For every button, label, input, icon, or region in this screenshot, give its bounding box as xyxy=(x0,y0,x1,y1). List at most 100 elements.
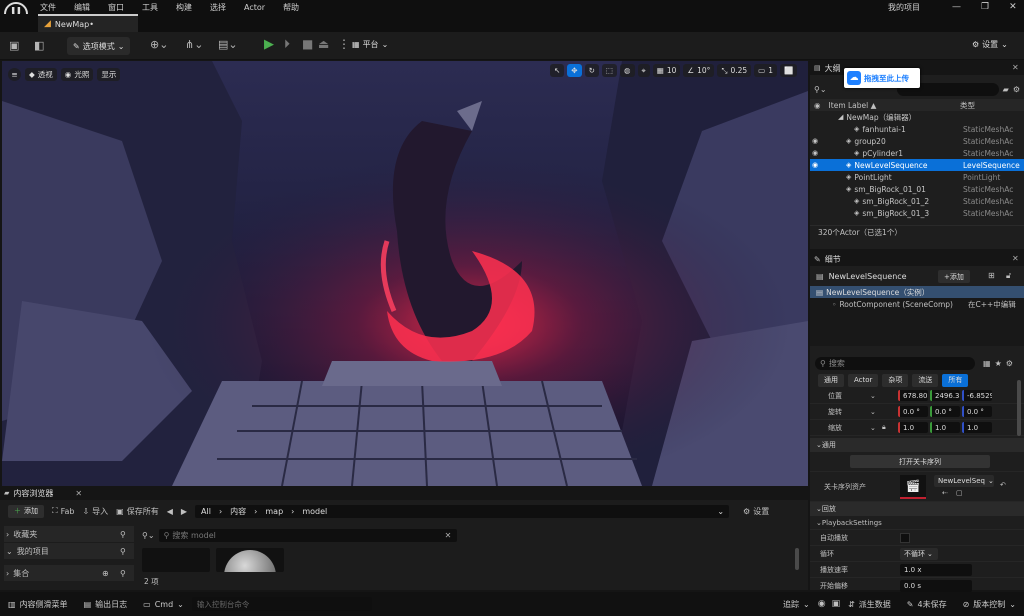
scale-y-field[interactable]: 1.0 xyxy=(930,422,960,433)
grid-snap-button[interactable]: ▦ 10 xyxy=(652,64,681,77)
cmd-dropdown[interactable]: ▭ Cmd ⌄ xyxy=(135,592,192,616)
filter-icon[interactable]: ⚲⌄ xyxy=(142,531,155,540)
output-log-button[interactable]: ▤ 输出日志 xyxy=(76,592,136,616)
close-icon[interactable]: ✕ xyxy=(75,489,82,498)
breadcrumb-item[interactable]: map xyxy=(265,507,283,516)
favorite-icon[interactable]: ★ xyxy=(995,359,1002,368)
chevron-down-icon[interactable]: ⌄ xyxy=(870,392,876,400)
autoplay-checkbox[interactable] xyxy=(900,533,910,543)
step-icon[interactable]: ⏵ xyxy=(284,37,290,52)
back-icon[interactable]: ◀ xyxy=(167,507,173,516)
visibility-icon[interactable]: ◉ xyxy=(812,137,826,145)
rotation-x-field[interactable]: 0.0 ° xyxy=(898,406,928,417)
breadcrumb-item[interactable]: 内容 xyxy=(230,506,246,517)
add-actor-icon[interactable]: ⊕⌄ xyxy=(150,38,168,51)
column-item-label[interactable]: Item Label ▲ xyxy=(829,101,877,110)
outliner-row[interactable]: ◢ NewMap（编辑器） xyxy=(810,111,1024,123)
component-instance[interactable]: ▤ NewLevelSequence（实例） xyxy=(810,286,1024,298)
callback-section[interactable]: ⌄ 回放 xyxy=(810,502,1024,516)
menu-item[interactable]: 文件 xyxy=(40,2,56,13)
outliner-row[interactable]: ◈ fanhuntai-1 StaticMeshAc xyxy=(810,123,1024,135)
camera-speed-button[interactable]: ▭ 1 xyxy=(754,64,778,77)
browse-icon[interactable]: ◧ xyxy=(34,39,44,52)
add-collection-icon[interactable]: ⊕ xyxy=(102,569,109,578)
sequence-asset-dropdown[interactable]: NewLevelSeq ⌄ xyxy=(934,475,994,487)
outliner-row[interactable]: ◈ sm_BigRock_01_3 StaticMeshAc xyxy=(810,207,1024,219)
visibility-icon[interactable]: ◉ xyxy=(812,149,826,157)
my-project-section[interactable]: ⌄ 我的项目 ⚲ xyxy=(4,543,134,559)
console-input[interactable]: 输入控制台命令 xyxy=(191,597,372,611)
forward-icon[interactable]: ▶ xyxy=(181,507,187,516)
content-drawer-button[interactable]: ▥ 内容侧滑菜单 xyxy=(0,592,76,616)
close-icon[interactable]: ✕ xyxy=(1009,2,1017,12)
menu-item[interactable]: 选择 xyxy=(210,2,226,13)
outliner-row[interactable]: ◉ ◈ NewLevelSequence LevelSequence xyxy=(810,159,1024,171)
scale-tool-icon[interactable]: ⬚ xyxy=(601,64,617,77)
favorites-section[interactable]: › 收藏夹 ⚲ xyxy=(4,526,134,542)
asset-search-input[interactable]: ⚲ 搜索 model ✕ xyxy=(158,529,457,542)
settings-button[interactable]: ⚙ 设置 ⌄ xyxy=(972,39,1008,50)
trace-button[interactable]: 追踪 ⌄ xyxy=(775,592,818,616)
table-view-icon[interactable]: ▦ xyxy=(983,359,991,368)
restore-icon[interactable]: ❐ xyxy=(981,2,989,12)
mode-dropdown[interactable]: ✎ 选项模式 ⌄ xyxy=(67,37,131,55)
lighting-button[interactable]: ◉ 光照 xyxy=(60,67,94,81)
content-settings-button[interactable]: ⚙ 设置 xyxy=(743,506,769,517)
visibility-icon[interactable]: ◉ xyxy=(812,161,826,169)
search-icon[interactable]: ⚲ xyxy=(120,569,126,578)
source-control-button[interactable]: ⊘ 版本控制 ⌄ xyxy=(955,592,1024,616)
browse-asset-icon[interactable]: ⇠ xyxy=(942,489,948,497)
add-component-button[interactable]: +添加 xyxy=(938,270,970,283)
save-all-button[interactable]: ▣ 保存所有 xyxy=(116,506,159,517)
search-icon[interactable]: ⚲ xyxy=(120,547,126,556)
general-section[interactable]: ⌄ 通用 xyxy=(810,438,1024,452)
loop-dropdown[interactable]: 不循环 ⌄ xyxy=(900,548,938,560)
use-selected-icon[interactable]: ▢ xyxy=(956,489,963,497)
menu-item[interactable]: 窗口 xyxy=(108,2,124,13)
eject-icon[interactable]: ⏏ xyxy=(318,37,329,51)
monitor-icon[interactable]: ▣ xyxy=(832,599,841,609)
add-button[interactable]: ＋添加 xyxy=(8,504,44,518)
details-search-input[interactable]: ⚲ 搜索 xyxy=(815,356,975,370)
scale-snap-button[interactable]: ⤡ 0.25 xyxy=(717,64,752,77)
surface-snap-icon[interactable]: ⌖ xyxy=(637,64,650,77)
filter-icon[interactable]: ⚲⌄ xyxy=(814,85,827,94)
collections-section[interactable]: › 集合 ⊕ ⚲ xyxy=(4,565,134,581)
scale-z-field[interactable]: 1.0 xyxy=(962,422,992,433)
maximize-viewport-icon[interactable]: ⬜ xyxy=(780,64,798,77)
close-icon[interactable]: ✕ xyxy=(1012,254,1019,263)
content-scrollbar[interactable] xyxy=(795,548,799,570)
outliner-row[interactable]: ◉ ◈ group20 StaticMeshAc xyxy=(810,135,1024,147)
translate-tool-icon[interactable]: ✥ xyxy=(567,64,582,77)
angle-snap-button[interactable]: ∠ 10° xyxy=(683,64,715,77)
outliner-row[interactable]: ◈ PointLight PointLight xyxy=(810,171,1024,183)
blueprint-icon[interactable]: ⊞ xyxy=(988,271,995,280)
lock-icon[interactable]: 🔓︎ xyxy=(1006,271,1011,281)
asset-thumbnail-2[interactable] xyxy=(216,548,284,572)
upload-tooltip[interactable]: ☁ 拖拽至此上传 xyxy=(844,68,920,88)
rotation-z-field[interactable]: 0.0 ° xyxy=(962,406,992,417)
menu-item[interactable]: 工具 xyxy=(142,2,158,13)
chevron-down-icon[interactable]: ⌄ xyxy=(870,424,876,432)
play-rate-input[interactable]: 1.0 x xyxy=(900,564,972,576)
menu-item[interactable]: Actor xyxy=(244,3,265,12)
filter-tab[interactable]: 所有 xyxy=(942,373,969,387)
edit-in-cpp-link[interactable]: 在C++中编辑 xyxy=(968,299,1016,310)
unsaved-button[interactable]: ✎ 4未保存 xyxy=(899,592,955,616)
location-y-field[interactable]: 2496.38 xyxy=(930,390,960,401)
location-z-field[interactable]: -6.8529 xyxy=(962,390,992,401)
more-options-icon[interactable]: ⋮ xyxy=(338,37,350,51)
world-local-icon[interactable]: ◍ xyxy=(619,64,635,77)
filter-tab[interactable]: Actor xyxy=(848,373,879,387)
component-root[interactable]: ◦ RootComponent (SceneComp) 在C++中编辑 xyxy=(810,298,1024,310)
import-button[interactable]: ⇩ 导入 xyxy=(82,506,108,517)
folder-icon[interactable]: ▰ xyxy=(1003,85,1009,94)
filter-tab[interactable]: 流送 xyxy=(912,373,939,387)
record-icon[interactable]: ◉ xyxy=(818,599,826,609)
platform-button[interactable]: ▦ 平台 ⌄ xyxy=(352,39,388,50)
column-type[interactable]: 类型 xyxy=(960,100,975,111)
minimize-icon[interactable]: — xyxy=(952,2,961,12)
fab-button[interactable]: ⛶ Fab xyxy=(52,506,74,516)
filter-tab[interactable]: 杂项 xyxy=(882,373,909,387)
play-icon[interactable]: ▶ xyxy=(264,37,274,52)
